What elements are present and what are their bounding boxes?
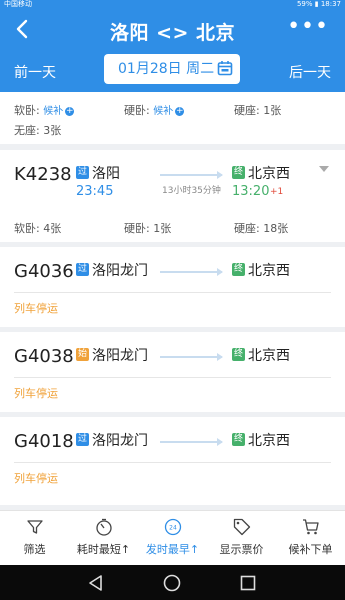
cart-icon: [303, 519, 319, 535]
status-suspended: 列车停运: [14, 472, 58, 485]
tab-earliest-departure[interactable]: 24 发时最早↑: [138, 511, 207, 566]
prev-day-button[interactable]: 前一天: [14, 62, 56, 82]
terminal-badge: 终: [232, 348, 245, 361]
chevron-down-icon[interactable]: [319, 166, 329, 172]
terminal-badge: 终: [232, 433, 245, 446]
origin-badge: 始: [76, 348, 89, 361]
tab-label: 候补下单: [288, 543, 333, 556]
calendar-icon: [217, 61, 233, 76]
train-card[interactable]: K4238 过 洛阳 23:45 13小时35分钟 终 北京西 13:20 +1…: [0, 150, 345, 242]
tab-label: 显示票价: [219, 543, 264, 556]
clock-24-icon: 24: [164, 518, 182, 536]
route-arrow: [160, 268, 223, 276]
status-suspended: 列车停运: [14, 387, 58, 400]
train-number: G4036: [14, 261, 74, 282]
route-arrow: [160, 171, 223, 179]
bottom-toolbar: 筛选 耗时最短↑ 24 发时最早↑ 显示票价 候补下单: [0, 510, 345, 566]
carrier-label: 中国移动: [4, 0, 32, 8]
status-bar: 中国移动 59% ▮ 18:37: [0, 0, 345, 8]
price-tag-icon: [233, 518, 251, 536]
pass-through-badge: 过: [76, 166, 89, 179]
svg-text:24: 24: [169, 525, 177, 532]
arrival-station: 北京西: [248, 348, 290, 364]
hard-seat-seats: 硬座: 18张: [234, 222, 289, 235]
soft-sleeper-seats: 软卧: 4张: [14, 222, 62, 235]
tab-label: 筛选: [23, 543, 46, 556]
date-label: 01月28日 周二: [118, 61, 215, 77]
pass-through-badge: 过: [76, 263, 89, 276]
home-circle-icon[interactable]: [162, 573, 182, 593]
arrival-time: 13:20: [232, 184, 270, 199]
train-card[interactable]: G4036 过 洛阳龙门 终 北京西 列车停运: [0, 247, 345, 327]
departure-station: 洛阳龙门: [92, 348, 148, 364]
train-card[interactable]: G4038 始 洛阳龙门 终 北京西 列车停运: [0, 332, 345, 412]
hard-sleeper-summary: 硬卧: 候补 +: [124, 104, 185, 117]
train-number: G4038: [14, 346, 74, 367]
next-day-button[interactable]: 后一天: [289, 62, 331, 82]
divider: [14, 462, 331, 463]
arrival-station: 北京西: [248, 263, 290, 279]
train-number: G4018: [14, 431, 74, 452]
arrival-station: 北京西: [248, 166, 290, 182]
tab-filter[interactable]: 筛选: [0, 511, 69, 566]
filter-icon: [27, 520, 43, 534]
divider: [14, 292, 331, 293]
plus-icon[interactable]: +: [175, 107, 185, 116]
header: 洛阳 <> 北京 ••• 前一天 01月28日 周二 后一天: [0, 8, 345, 92]
back-triangle-icon[interactable]: [86, 573, 106, 593]
route-arrow: [160, 438, 223, 446]
soft-waitlist-button[interactable]: 候补: [43, 106, 63, 117]
tab-label: 发时最早↑: [145, 543, 200, 556]
timer-icon: [96, 518, 112, 536]
hard-sleeper-seats: 硬卧: 1张: [124, 222, 172, 235]
no-seat-summary: 无座: 3张: [14, 124, 62, 137]
date-picker[interactable]: 01月28日 周二: [104, 54, 240, 84]
tab-shortest-duration[interactable]: 耗时最短↑: [69, 511, 138, 566]
soft-sleeper-summary: 软卧: 候补 +: [14, 104, 75, 117]
seat-summary: 软卧: 候补 + 硬卧: 候补 + 硬座: 1张 无座: 3张: [0, 92, 345, 144]
tab-waitlist-order[interactable]: 候补下单: [276, 511, 345, 566]
status-suspended: 列车停运: [14, 302, 58, 315]
arrival-station: 北京西: [248, 433, 290, 449]
departure-station: 洛阳龙门: [92, 433, 148, 449]
departure-time: 23:45: [76, 184, 114, 199]
more-icon[interactable]: •••: [287, 16, 329, 38]
terminal-badge: 终: [232, 166, 245, 179]
hard-seat-summary: 硬座: 1张: [234, 104, 282, 117]
train-number: K4238: [14, 164, 72, 185]
departure-station: 洛阳龙门: [92, 263, 148, 279]
tab-show-price[interactable]: 显示票价: [207, 511, 276, 566]
terminal-badge: 终: [232, 263, 245, 276]
train-card[interactable]: G4018 过 洛阳龙门 终 北京西 列车停运: [0, 417, 345, 505]
hard-waitlist-button[interactable]: 候补: [153, 106, 173, 117]
pass-through-badge: 过: [76, 433, 89, 446]
route-arrow: [160, 353, 223, 361]
tab-label: 耗时最短↑: [76, 543, 131, 556]
next-day-marker: +1: [270, 187, 284, 197]
plus-icon[interactable]: +: [65, 107, 75, 116]
status-indicators: 59% ▮ 18:37: [296, 0, 341, 8]
system-nav-bar: [0, 565, 345, 600]
departure-station: 洛阳: [92, 166, 120, 182]
trip-duration: 13小时35分钟: [162, 186, 221, 196]
recents-square-icon[interactable]: [238, 573, 258, 593]
divider: [14, 377, 331, 378]
